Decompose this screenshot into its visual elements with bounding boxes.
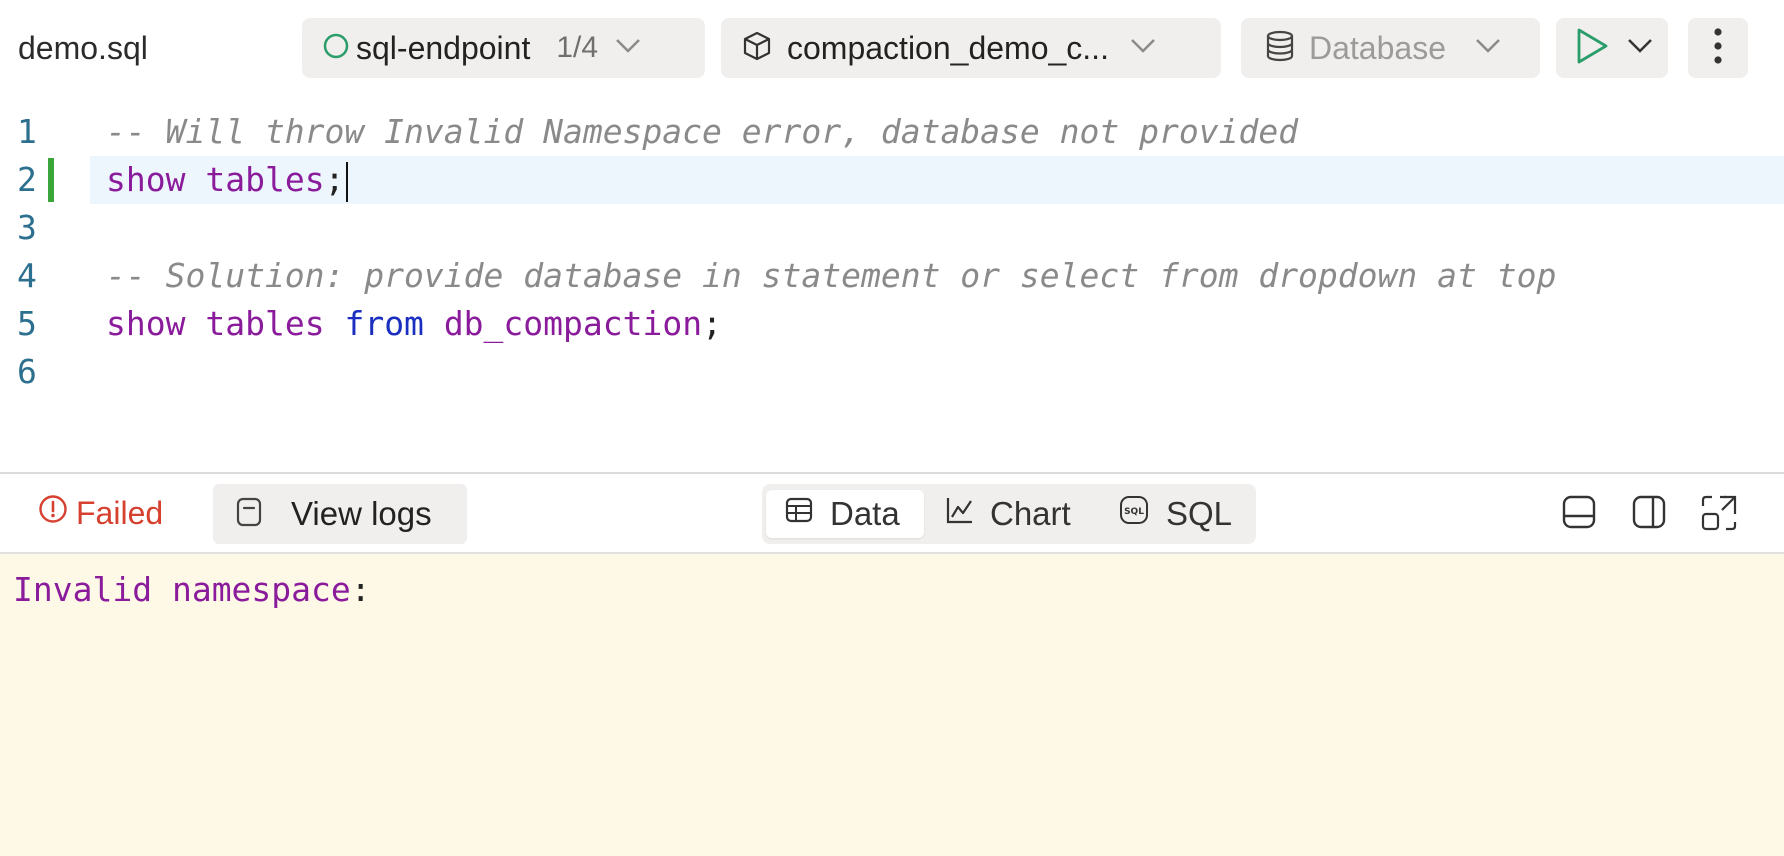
catalog-label: compaction_demo_c... — [787, 29, 1109, 66]
code-comment: -- Solution: provide database in stateme… — [106, 256, 1557, 295]
database-placeholder: Database — [1309, 29, 1446, 66]
database-selector[interactable]: Database — [1241, 18, 1540, 78]
tab-data-label: Data — [830, 495, 900, 532]
code-line[interactable]: 4 -- Solution: provide database in state… — [0, 252, 1784, 300]
chart-icon — [944, 495, 974, 533]
more-vertical-icon — [1713, 27, 1723, 70]
line-number: 5 — [17, 304, 37, 343]
code-editor[interactable]: 1 -- Will throw Invalid Namespace error,… — [0, 108, 1784, 468]
sql-icon: SQL — [1118, 494, 1150, 534]
run-icon[interactable] — [1574, 26, 1610, 71]
more-options-button[interactable] — [1688, 18, 1748, 78]
code-keyword: show — [106, 304, 186, 343]
code-identifier: db_compaction — [443, 304, 703, 343]
line-gutter: 3 — [0, 204, 90, 252]
catalog-selector[interactable]: compaction_demo_c... — [721, 18, 1221, 78]
line-number: 2 — [17, 160, 37, 199]
line-number: 1 — [17, 112, 37, 151]
expand-icon[interactable] — [1700, 494, 1738, 537]
endpoint-label: sql-endpoint — [356, 29, 531, 66]
code-punctuation: ; — [702, 304, 722, 343]
tab-chart[interactable]: Chart — [944, 490, 1071, 538]
chevron-down-icon[interactable] — [1626, 37, 1654, 60]
status-text: Failed — [76, 494, 164, 531]
line-number: 4 — [17, 256, 37, 295]
line-gutter: 6 — [0, 348, 90, 396]
line-gutter: 1 — [0, 108, 90, 156]
endpoint-selector[interactable]: sql-endpoint 1/4 — [302, 18, 705, 78]
endpoint-count: 1/4 — [556, 31, 599, 64]
editor-toolbar: demo.sql sql-endpoint 1/4 compaction_dem… — [0, 0, 1784, 98]
error-message: Invalid namespace: — [13, 570, 371, 609]
code-line[interactable]: 1 -- Will throw Invalid Namespace error,… — [0, 108, 1784, 156]
line-number: 6 — [17, 352, 37, 391]
chevron-down-icon — [1474, 37, 1502, 60]
line-number: 3 — [17, 208, 37, 247]
line-gutter: 5 — [0, 300, 90, 348]
text-cursor — [346, 161, 349, 202]
code-line[interactable]: 3 — [0, 204, 1784, 252]
code-comment: -- Will throw Invalid Namespace error, d… — [106, 112, 1299, 151]
tab-sql[interactable]: SQL SQL — [1118, 490, 1232, 538]
database-icon — [1265, 30, 1295, 67]
tab-data[interactable]: Data — [766, 490, 924, 538]
split-vertical-icon[interactable] — [1631, 494, 1667, 535]
chevron-down-icon — [1129, 37, 1157, 60]
code-keyword: tables — [205, 160, 325, 199]
change-marker — [48, 158, 54, 202]
error-word: namespace — [171, 570, 351, 609]
error-punctuation: : — [350, 570, 371, 609]
code-keyword: tables — [205, 304, 325, 343]
error-icon — [38, 494, 68, 532]
query-status: Failed — [38, 494, 163, 532]
logs-icon — [235, 496, 263, 533]
code-line[interactable]: 6 — [0, 348, 1784, 396]
line-gutter: 2 — [0, 156, 90, 204]
results-toolbar: Failed View logs Data Chart SQL SQL — [0, 474, 1784, 554]
tab-chart-label: Chart — [990, 495, 1071, 532]
view-logs-label: View logs — [291, 495, 432, 532]
view-logs-button[interactable]: View logs — [213, 484, 467, 544]
file-title: demo.sql — [18, 30, 148, 66]
run-button-group — [1556, 18, 1668, 78]
result-output-panel: Invalid namespace: — [0, 554, 1784, 856]
code-keyword: from — [344, 304, 424, 343]
line-gutter: 4 — [0, 252, 90, 300]
chevron-down-icon — [614, 37, 642, 60]
svg-text:SQL: SQL — [1124, 507, 1144, 517]
code-punctuation: ; — [324, 160, 345, 199]
code-keyword: show — [106, 160, 186, 199]
split-horizontal-icon[interactable] — [1561, 494, 1597, 535]
result-view-tabs: Data Chart SQL SQL — [762, 484, 1256, 544]
endpoint-status-icon — [322, 32, 350, 65]
code-line-active[interactable]: 2 show tables; — [0, 156, 1784, 204]
tab-sql-label: SQL — [1166, 495, 1233, 532]
table-icon — [784, 495, 814, 533]
error-word: Invalid — [13, 570, 153, 609]
cube-icon — [741, 30, 773, 67]
code-line[interactable]: 5 show tables from db_compaction; — [0, 300, 1784, 348]
